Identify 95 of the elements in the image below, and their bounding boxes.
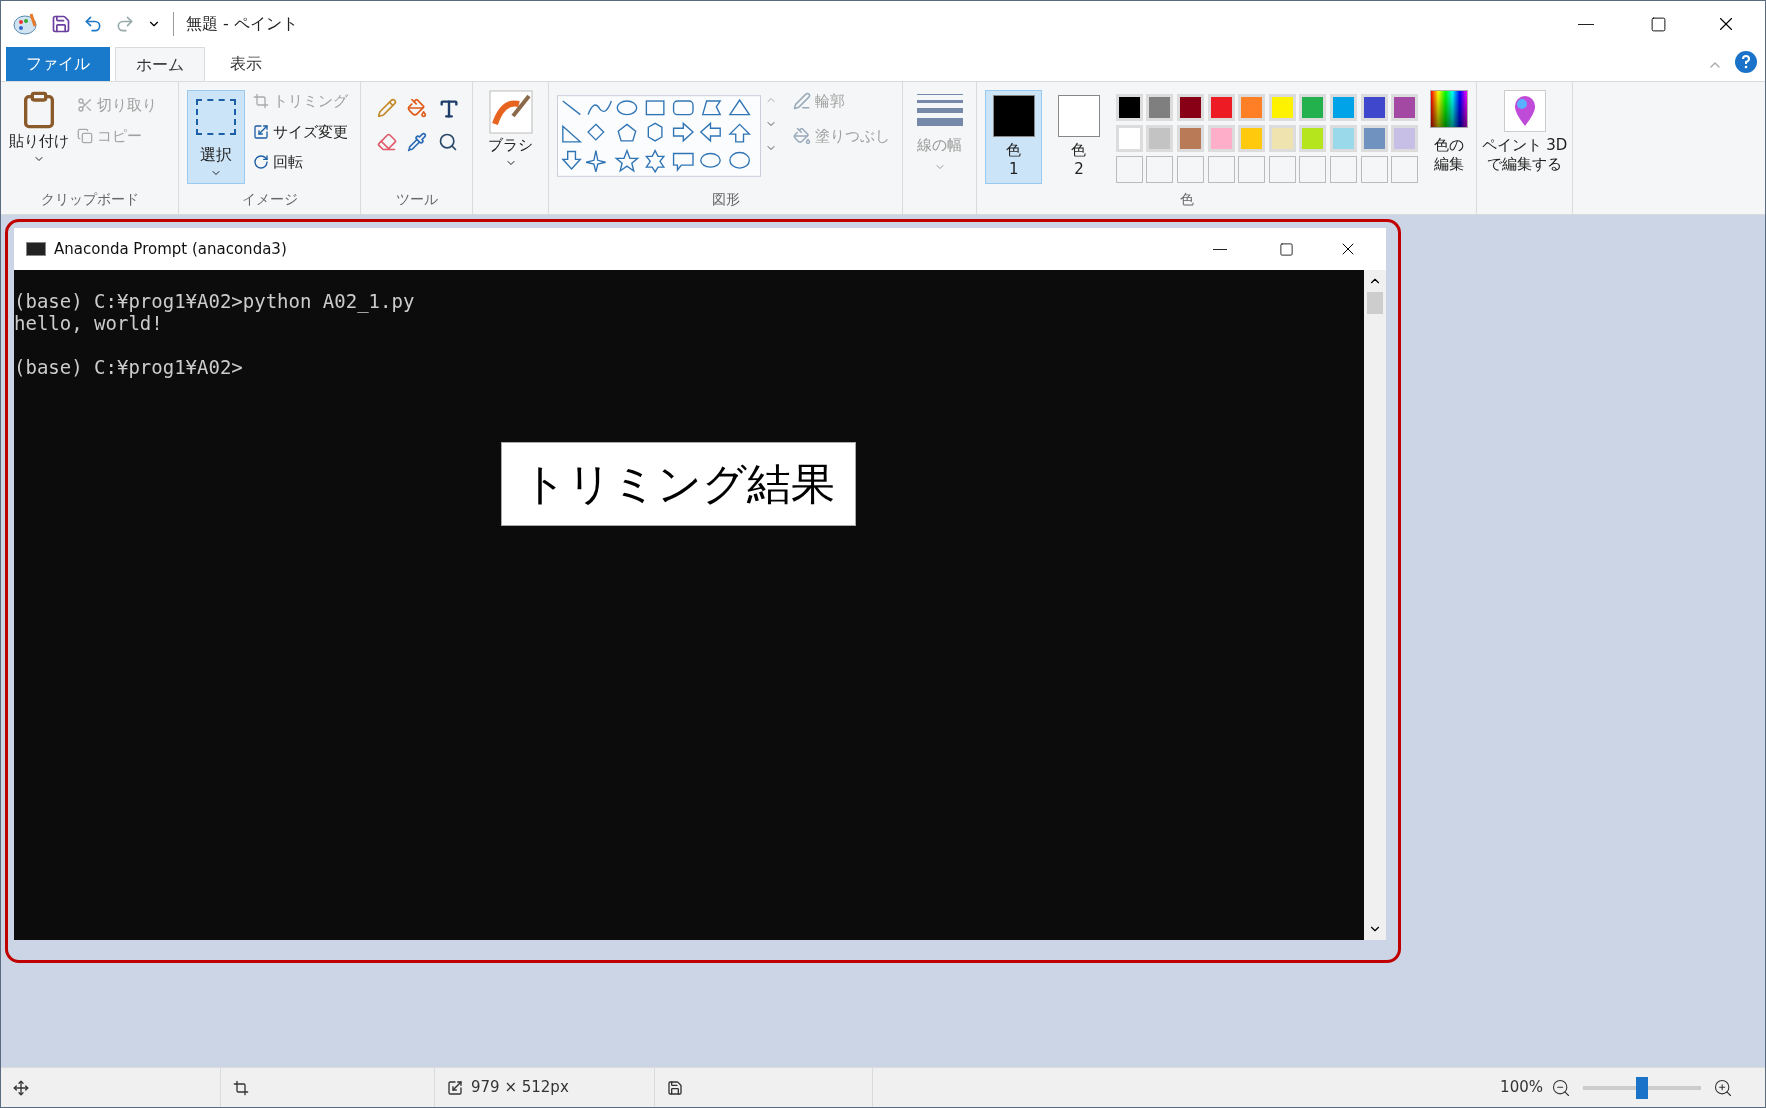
- selection-size-icon: [233, 1079, 249, 1096]
- fill-bucket-icon[interactable]: [407, 98, 428, 118]
- line-width-icon: [916, 94, 963, 126]
- palette-swatch[interactable]: [1268, 94, 1296, 121]
- copy-icon: [77, 127, 93, 144]
- terminal-title: Anaconda Prompt (anaconda3): [54, 238, 287, 260]
- color-slot-button[interactable]: 色 1: [985, 90, 1043, 184]
- palette-swatch[interactable]: [1391, 125, 1419, 152]
- terminal-line: hello, world!: [14, 312, 163, 334]
- zoom-out-icon[interactable]: [1551, 1077, 1571, 1098]
- palette-swatch[interactable]: [1238, 125, 1266, 152]
- palette-swatch[interactable]: [1330, 125, 1358, 152]
- eraser-icon[interactable]: [377, 132, 397, 152]
- minimize-icon[interactable]: [1578, 23, 1594, 25]
- rotate-icon: [253, 154, 269, 171]
- paint-3d-icon[interactable]: [1503, 90, 1546, 132]
- image-size: 979 × 512px: [471, 1077, 569, 1099]
- group-label: イメージ: [240, 190, 299, 209]
- outline-icon: [793, 92, 811, 111]
- edit-colors-label[interactable]: 編集: [1434, 154, 1464, 174]
- palette-swatch[interactable]: [1268, 125, 1296, 152]
- minimize-icon: [1213, 248, 1227, 250]
- palette-swatch[interactable]: [1299, 125, 1327, 152]
- zoom-in-icon[interactable]: [1713, 1077, 1733, 1098]
- group-label: 色: [1178, 190, 1195, 209]
- palette-swatch[interactable]: [1238, 94, 1266, 121]
- zoom-percent: 100%: [1500, 1077, 1543, 1099]
- ribbon-tab[interactable]: 表示: [210, 47, 282, 81]
- palette-swatch[interactable]: [1207, 125, 1235, 152]
- edit-colors-label[interactable]: 色の: [1434, 136, 1464, 155]
- group-label: ツール: [394, 190, 439, 209]
- file-size-icon: [667, 1079, 683, 1096]
- empty-swatch[interactable]: [1146, 156, 1174, 183]
- brush-button[interactable]: ブラシ: [488, 90, 533, 169]
- palette-icon[interactable]: [13, 12, 39, 36]
- text-icon[interactable]: [437, 98, 460, 120]
- empty-swatch[interactable]: [1391, 156, 1419, 183]
- empty-swatch[interactable]: [1115, 156, 1143, 183]
- callout-label: トリミング結果: [501, 442, 856, 526]
- palette-swatch[interactable]: [1207, 94, 1235, 121]
- palette-swatch[interactable]: [1115, 94, 1143, 121]
- palette-swatch[interactable]: [1176, 125, 1204, 152]
- redo-icon[interactable]: [115, 14, 135, 34]
- resize-icon: [253, 123, 269, 140]
- select-button[interactable]: 選択: [187, 90, 245, 184]
- paste-button[interactable]: 貼り付け: [9, 90, 69, 165]
- ribbon-tab[interactable]: ファイル: [6, 47, 110, 81]
- empty-swatch[interactable]: [1268, 156, 1296, 183]
- ribbon-button[interactable]: 回転: [249, 151, 352, 174]
- palette-swatch[interactable]: [1146, 94, 1174, 121]
- terminal-line: (base) C:¥prog1¥A02>python A02_1.py: [14, 290, 415, 312]
- scrollbar-thumb[interactable]: [1367, 292, 1383, 314]
- palette-swatch[interactable]: [1299, 94, 1327, 121]
- zoom-thumb[interactable]: [1636, 1076, 1648, 1099]
- color-picker-icon[interactable]: [407, 132, 428, 152]
- palette-swatch[interactable]: [1330, 94, 1358, 121]
- move-icon: [13, 1079, 29, 1096]
- magnifier-icon[interactable]: [437, 132, 458, 152]
- empty-swatch[interactable]: [1207, 156, 1235, 183]
- brush-icon: [488, 90, 533, 134]
- pencil-icon[interactable]: [377, 98, 397, 118]
- paint-3d-label[interactable]: ペイント 3D: [1481, 136, 1568, 155]
- color-spectrum-icon[interactable]: [1430, 90, 1468, 128]
- ribbon-tab[interactable]: ホーム: [115, 47, 205, 81]
- empty-swatch[interactable]: [1360, 156, 1388, 183]
- empty-swatch[interactable]: [1299, 156, 1327, 183]
- fill-icon: [793, 126, 811, 145]
- palette-swatch[interactable]: [1391, 94, 1419, 121]
- maximize-icon[interactable]: [1650, 15, 1667, 33]
- palette-swatch[interactable]: [1360, 94, 1388, 121]
- undo-icon[interactable]: [83, 14, 103, 34]
- group-label: 図形: [710, 190, 741, 209]
- group-label: クリップボード: [39, 190, 140, 209]
- scissors-icon: [77, 97, 93, 114]
- help-icon[interactable]: [1735, 51, 1757, 73]
- terminal-icon: [26, 242, 46, 256]
- canvas-size-icon: [447, 1079, 463, 1096]
- paint-3d-label[interactable]: で編集する: [1487, 154, 1562, 174]
- maximize-icon: [1279, 241, 1294, 257]
- palette-swatch[interactable]: [1115, 125, 1143, 152]
- crop-icon: [253, 93, 269, 110]
- color-slot-button[interactable]: 色 2: [1050, 90, 1108, 184]
- palette-swatch[interactable]: [1146, 125, 1174, 152]
- empty-swatch[interactable]: [1176, 156, 1204, 183]
- palette-swatch[interactable]: [1176, 94, 1204, 121]
- shape-gallery-drawing[interactable]: [557, 94, 761, 178]
- ribbon-button[interactable]: サイズ変更: [249, 120, 352, 143]
- zoom-slider[interactable]: [1583, 1076, 1701, 1099]
- save-icon[interactable]: [51, 14, 71, 34]
- empty-swatch[interactable]: [1330, 156, 1358, 183]
- window-title: 無題 - ペイント: [173, 12, 298, 36]
- selection-rectangle-icon: [196, 99, 236, 135]
- terminal-line: (base) C:¥prog1¥A02>: [14, 356, 243, 378]
- empty-swatch[interactable]: [1238, 156, 1266, 183]
- palette-swatch[interactable]: [1360, 125, 1388, 152]
